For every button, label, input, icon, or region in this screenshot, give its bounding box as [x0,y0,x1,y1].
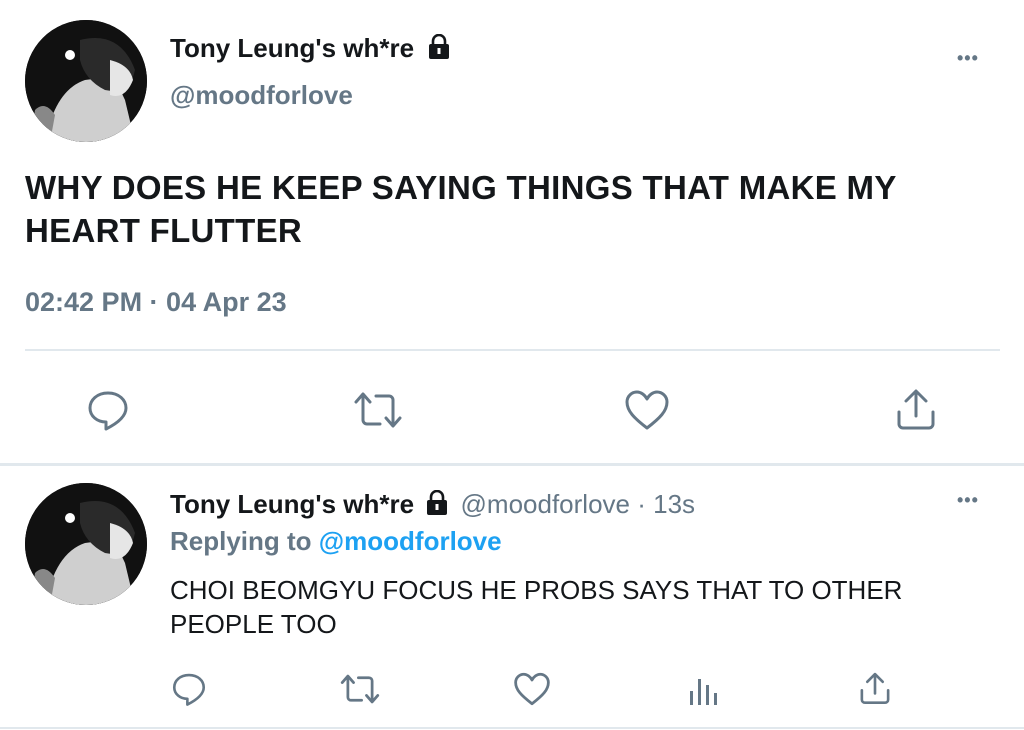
timestamp[interactable]: 02:42 PM · 04 Apr 23 [25,287,287,318]
share-icon[interactable] [894,386,938,432]
replying-handle-link[interactable]: @moodforlove [319,526,502,556]
handle-timestamp[interactable]: @moodforlove · 13s [461,489,696,519]
lock-icon [427,33,451,67]
handle[interactable]: @moodforlove [170,80,353,111]
replying-prefix: Replying to [170,526,312,556]
tweet-text: WHY DOES HE KEEP SAYING THINGS THAT MAKE… [25,166,897,252]
more-options-button[interactable]: ••• [957,48,979,69]
avatar-image [25,483,147,605]
tweet-text-line: WHY DOES HE KEEP SAYING THINGS THAT MAKE… [25,169,897,206]
divider [0,727,1024,729]
section-divider [0,463,1024,466]
more-options-button[interactable]: ••• [957,490,979,511]
tweet-text-line: HEART FLUTTER [25,212,303,249]
reply-icon[interactable] [86,388,130,432]
reply-text-line: PEOPLE TOO [170,609,337,639]
like-icon[interactable] [624,388,670,432]
reply-header: Tony Leung's wh*re @moodforlove · 13s [170,489,695,523]
divider [25,349,1000,351]
like-icon[interactable] [513,671,551,707]
avatar[interactable] [25,483,147,605]
display-name[interactable]: Tony Leung's wh*re [170,489,414,519]
reply-text: CHOI BEOMGYU FOCUS HE PROBS SAYS THAT TO… [170,573,902,641]
share-icon[interactable] [858,670,892,706]
avatar-image [25,20,147,142]
retweet-icon[interactable] [352,388,404,432]
reply-icon[interactable] [171,671,207,707]
display-name[interactable]: Tony Leung's wh*re [170,33,451,67]
display-name-text: Tony Leung's wh*re [170,33,415,63]
lock-icon [425,489,449,523]
reply-text-line: CHOI BEOMGYU FOCUS HE PROBS SAYS THAT TO… [170,575,903,605]
replying-to: Replying to @moodforlove [170,526,502,557]
retweet-icon[interactable] [339,671,381,707]
avatar[interactable] [25,20,147,142]
analytics-icon[interactable] [688,673,720,707]
